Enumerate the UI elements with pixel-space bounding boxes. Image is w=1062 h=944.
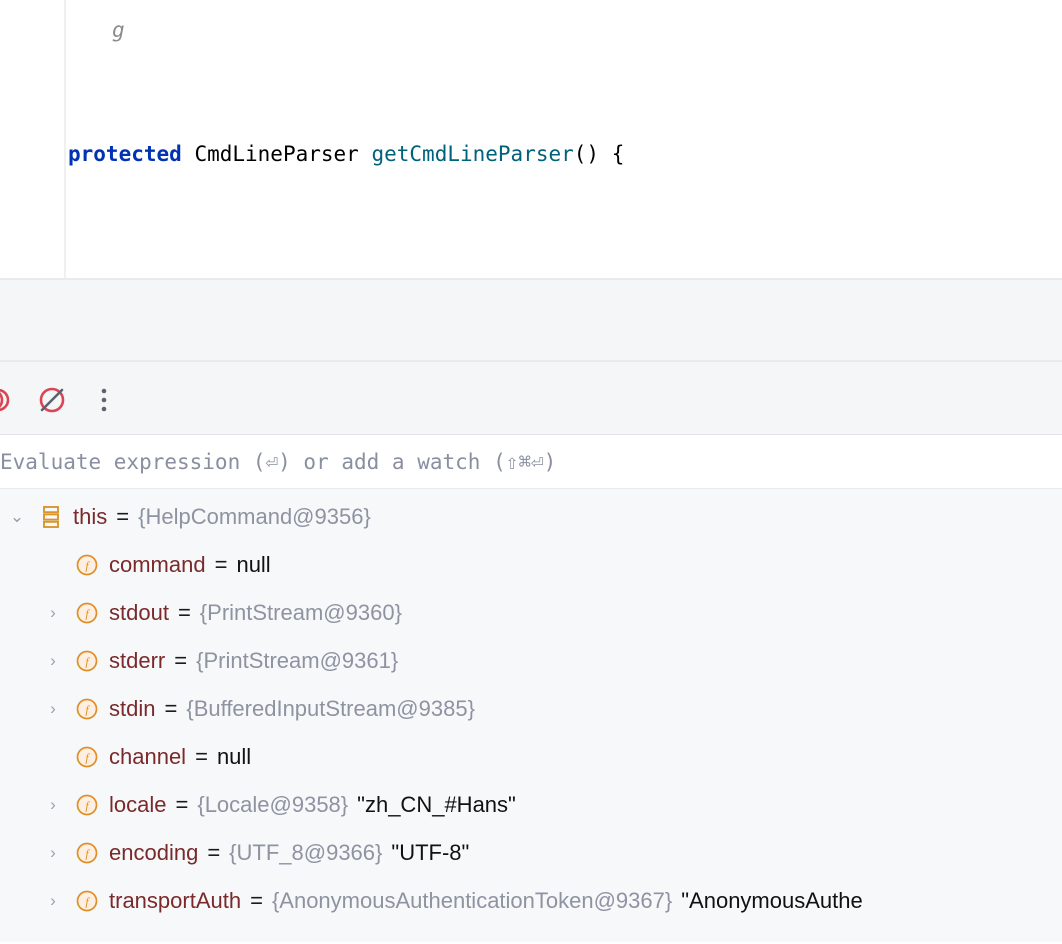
variable-string-value: "zh_CN_#Hans" [357,792,516,817]
field-icon: f [70,888,104,914]
empty-panel-band [0,280,1062,360]
variable-name: locale [109,792,167,817]
code-line-signature[interactable]: protected CmdLineParser getCmdLineParser… [0,132,1062,176]
variable-null-value: null [216,744,252,769]
chevron-down-icon[interactable]: ⌄ [0,493,34,541]
variable-equals: = [214,552,228,577]
variable-name: this [73,504,108,529]
chevron-right-icon[interactable]: › [36,589,70,637]
chevron-right-icon[interactable]: › [36,829,70,877]
variable-name: encoding [109,840,199,865]
variable-reference: {AnonymousAuthenticationToken@9367} [271,888,673,913]
variable-equals: = [195,744,208,769]
view-breakpoints-icon[interactable] [0,382,20,418]
code-editor[interactable]: g protected CmdLineParser getCmdLinePars… [0,0,1062,278]
chevron-right-icon[interactable]: › [36,637,70,685]
variable-row[interactable]: › f locale = {Locale@9358} "zh_CN_#Hans" [0,781,1062,829]
code-lines[interactable]: protected CmdLineParser getCmdLineParser… [0,0,1062,278]
variable-reference: {BufferedInputStream@9385} [186,696,475,721]
variable-equals: = [177,600,191,625]
field-icon: f [70,840,104,866]
chevron-right-icon[interactable]: › [36,685,70,733]
variable-row[interactable]: › f stdin = {BufferedInputStream@9385} [0,685,1062,733]
debugger-toolbar[interactable] [0,362,1062,435]
chevron-right-icon[interactable]: › [36,877,70,925]
field-icon: f [70,648,104,674]
variable-equals: = [174,648,188,673]
variable-name: command [109,552,206,577]
variables-tree[interactable]: ⌄ this = {HelpCommand@9356} f command = null… [0,489,1062,942]
variable-equals: = [164,696,178,721]
field-icon: f [70,792,104,818]
variable-reference: {PrintStream@9360} [199,600,402,625]
variable-name: stderr [109,648,166,673]
field-icon: f [70,696,104,722]
variable-name: stdin [109,696,156,721]
variable-string-value: "UTF-8" [391,840,470,865]
more-options-icon[interactable] [86,382,122,418]
variable-row[interactable]: › f transportAuth = {AnonymousAuthenticati… [0,877,1062,925]
field-icon: f [70,552,104,578]
variable-name: transportAuth [109,888,242,913]
mute-breakpoints-icon[interactable] [34,382,70,418]
chevron-right-icon[interactable]: › [36,781,70,829]
variable-name: channel [109,744,187,769]
variable-reference: {HelpCommand@9356} [138,504,371,529]
evaluate-placeholder: Evaluate expression (⏎) or add a watch (… [0,449,557,474]
variable-equals: = [175,792,189,817]
variable-name: stdout [109,600,169,625]
variable-reference: {PrintStream@9361} [196,648,399,673]
variable-row[interactable]: f command = null [0,541,1062,589]
field-icon: f [70,744,104,770]
variable-equals: = [250,888,263,913]
variable-row[interactable]: f channel = null [0,733,1062,781]
code-line-signature-text: protected CmdLineParser getCmdLineParser… [68,142,625,166]
variable-row[interactable]: › f stderr = {PrintStream@9361} [0,637,1062,685]
variable-row[interactable]: ⌄ this = {HelpCommand@9356} [0,493,1062,541]
variable-row[interactable]: › f encoding = {UTF_8@9366} "UTF-8" [0,829,1062,877]
variable-reference: {UTF_8@9366} [229,840,383,865]
variable-reference: {Locale@9358} [197,792,349,817]
variable-row[interactable]: › f stdout = {PrintStream@9360} [0,589,1062,637]
object-value-icon [34,504,68,530]
field-icon: f [70,600,104,626]
variable-string-value: "AnonymousAuthe [681,888,863,913]
evaluate-expression-input[interactable]: Evaluate expression (⏎) or add a watch (… [0,435,1062,489]
variable-null-value: null [236,552,271,577]
variable-equals: = [116,504,130,529]
variable-equals: = [207,840,221,865]
